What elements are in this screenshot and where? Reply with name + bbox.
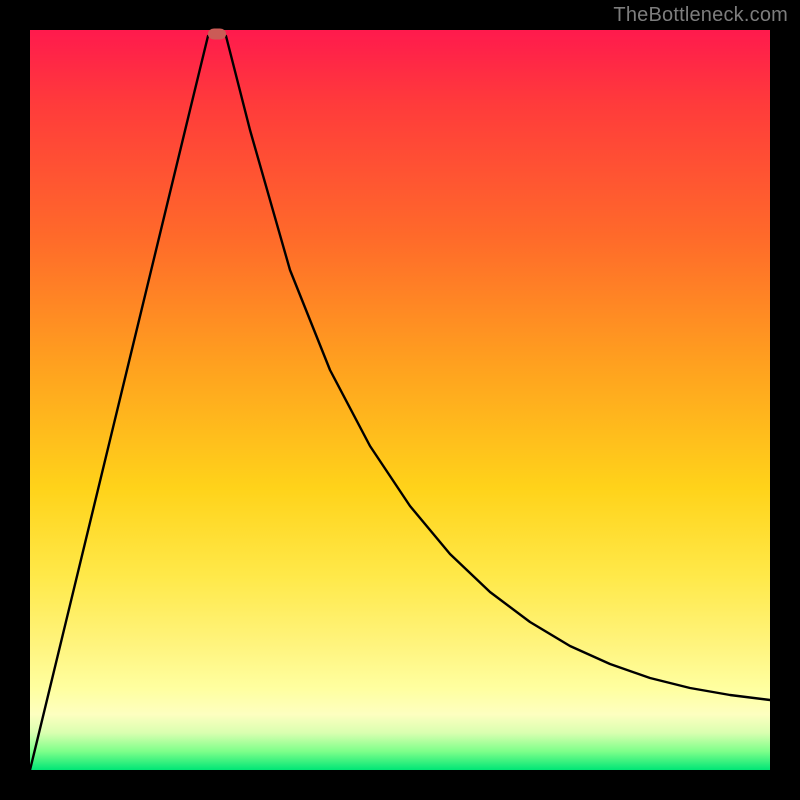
watermark-text: TheBottleneck.com [613, 4, 788, 27]
minimum-marker [208, 29, 226, 40]
curve-path [30, 36, 770, 770]
chart-stage: TheBottleneck.com [0, 0, 800, 800]
plot-area [30, 30, 770, 770]
bottleneck-curve [30, 30, 770, 770]
